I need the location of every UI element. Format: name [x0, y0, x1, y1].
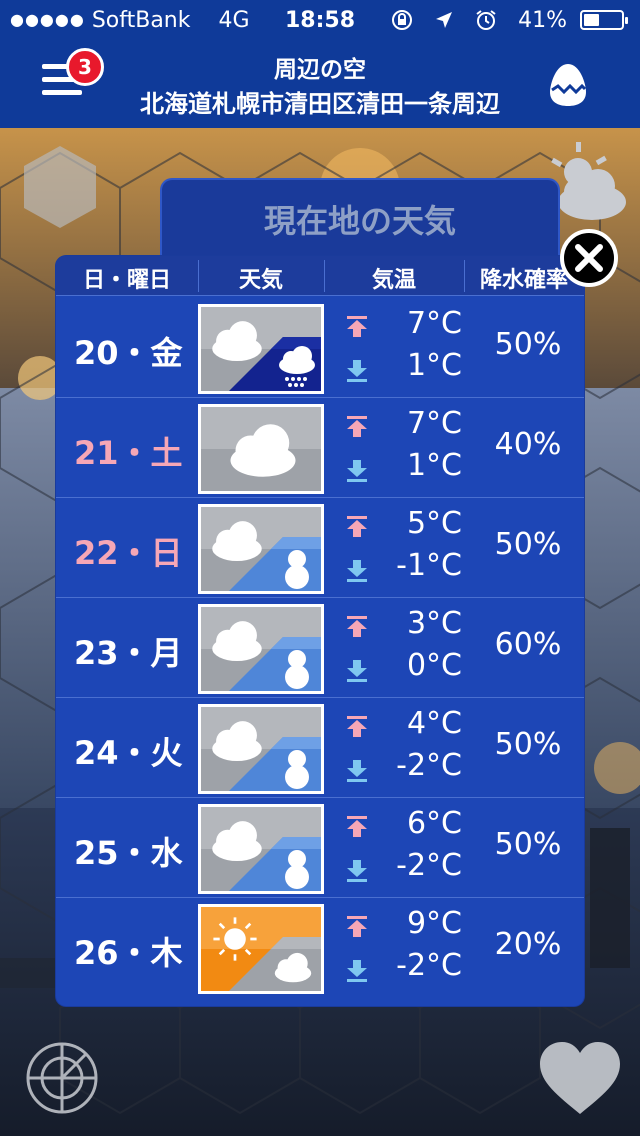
low-temperature: 1°C	[406, 348, 462, 383]
low-temp-arrow-icon	[345, 860, 369, 886]
low-temp-arrow-icon	[345, 760, 369, 786]
precipitation-probability: 50%	[494, 527, 562, 562]
column-header-day: 日・曜日	[82, 268, 171, 293]
forecast-row: 23・月 3°C 0°C 60%	[56, 598, 584, 698]
high-temperature: 9°C	[406, 906, 462, 941]
low-temperature: -1°C	[396, 548, 462, 583]
close-icon	[575, 244, 603, 272]
status-bar: ●●●●● SoftBank 4G 18:58 41%	[0, 0, 640, 40]
precipitation-probability: 40%	[494, 427, 562, 462]
precipitation-probability: 50%	[494, 327, 562, 362]
precipitation-probability: 20%	[494, 927, 562, 962]
low-temperature: 0°C	[406, 648, 462, 683]
close-button[interactable]	[560, 229, 618, 287]
forecast-row: 25・水 6°C -2°C 50%	[56, 798, 584, 898]
low-temp-arrow-icon	[345, 360, 369, 386]
forecast-row: 21・土 7°C 1°C 40%	[56, 398, 584, 498]
app-header: 3 周辺の空 北海道札幌市清田区清田一条周辺	[0, 40, 640, 128]
high-temperature: 7°C	[406, 406, 462, 441]
high-temp-arrow-icon	[345, 616, 369, 642]
header-location: 北海道札幌市清田区清田一条周辺	[140, 90, 500, 118]
low-temp-arrow-icon	[345, 460, 369, 486]
low-temp-arrow-icon	[345, 660, 369, 686]
high-temperature: 7°C	[406, 306, 462, 341]
high-temp-arrow-icon	[345, 716, 369, 742]
high-temp-arrow-icon	[345, 316, 369, 342]
low-temperature: -2°C	[396, 748, 462, 783]
forecast-day: 20・金	[74, 334, 183, 372]
high-temp-arrow-icon	[345, 416, 369, 442]
high-temperature: 6°C	[406, 806, 462, 841]
cloudy-then-rain-snow-icon	[198, 304, 324, 394]
high-temperature: 4°C	[406, 706, 462, 741]
heart-icon[interactable]	[538, 1040, 622, 1116]
high-temp-arrow-icon	[345, 816, 369, 842]
cloudy-then-snow-icon	[198, 704, 324, 794]
high-temp-arrow-icon	[345, 516, 369, 542]
forecast-row: 20・金 7°C 1°C 50%	[56, 298, 584, 398]
battery-icon	[580, 10, 628, 30]
low-temp-arrow-icon	[345, 560, 369, 586]
cloudy-then-snow-icon	[198, 804, 324, 894]
sunny-then-cloudy-icon	[198, 904, 324, 994]
forecast-day: 25・水	[74, 834, 183, 872]
header-subtitle: 周辺の空	[274, 57, 366, 83]
hexagon-icon[interactable]	[22, 144, 98, 230]
forecast-day: 21・土	[74, 434, 183, 472]
low-temperature: -2°C	[396, 848, 462, 883]
orientation-lock-icon	[392, 10, 413, 30]
low-temperature: 1°C	[406, 448, 462, 483]
low-temp-arrow-icon	[345, 960, 369, 986]
forecast-row: 26・木 9°C -2°C 20%	[56, 898, 584, 998]
high-temperature: 5°C	[406, 506, 462, 541]
forecast-day: 22・日	[74, 534, 183, 572]
column-header-temperature: 気温	[371, 268, 416, 293]
forecast-row: 22・日 5°C -1°C 50%	[56, 498, 584, 598]
alarm-icon	[476, 10, 496, 30]
high-temperature: 3°C	[406, 606, 462, 641]
status-right: 41%	[391, 8, 628, 33]
low-temperature: -2°C	[396, 948, 462, 983]
forecast-table-header: 日・曜日 天気 気温 降水確率	[56, 256, 584, 296]
precipitation-probability: 60%	[494, 627, 562, 662]
cloudy-icon	[198, 404, 324, 494]
battery-fill	[584, 14, 599, 26]
high-temp-arrow-icon	[345, 916, 369, 942]
forecast-day: 24・火	[74, 734, 183, 772]
forecast-panel: 日・曜日 天気 気温 降水確率 20・金 7°C 1°C 50% 21・土 7°C 1°C 4…	[56, 256, 584, 1006]
battery-percent: 41%	[518, 8, 567, 33]
location-arrow-icon	[436, 12, 453, 28]
panel-title-tab: 現在地の天気	[160, 178, 560, 256]
cloudy-then-snow-icon	[198, 604, 324, 694]
precipitation-probability: 50%	[494, 827, 562, 862]
forecast-day: 26・木	[74, 934, 183, 972]
column-header-weather: 天気	[238, 268, 283, 293]
forecast-day: 23・月	[74, 634, 183, 672]
forecast-row: 24・火 4°C -2°C 50%	[56, 698, 584, 798]
cloudy-then-snow-icon	[198, 504, 324, 594]
radar-icon[interactable]	[22, 1038, 102, 1118]
panel-title: 現在地の天気	[263, 202, 456, 240]
egg-icon[interactable]	[548, 62, 588, 108]
precipitation-probability: 50%	[494, 727, 562, 762]
